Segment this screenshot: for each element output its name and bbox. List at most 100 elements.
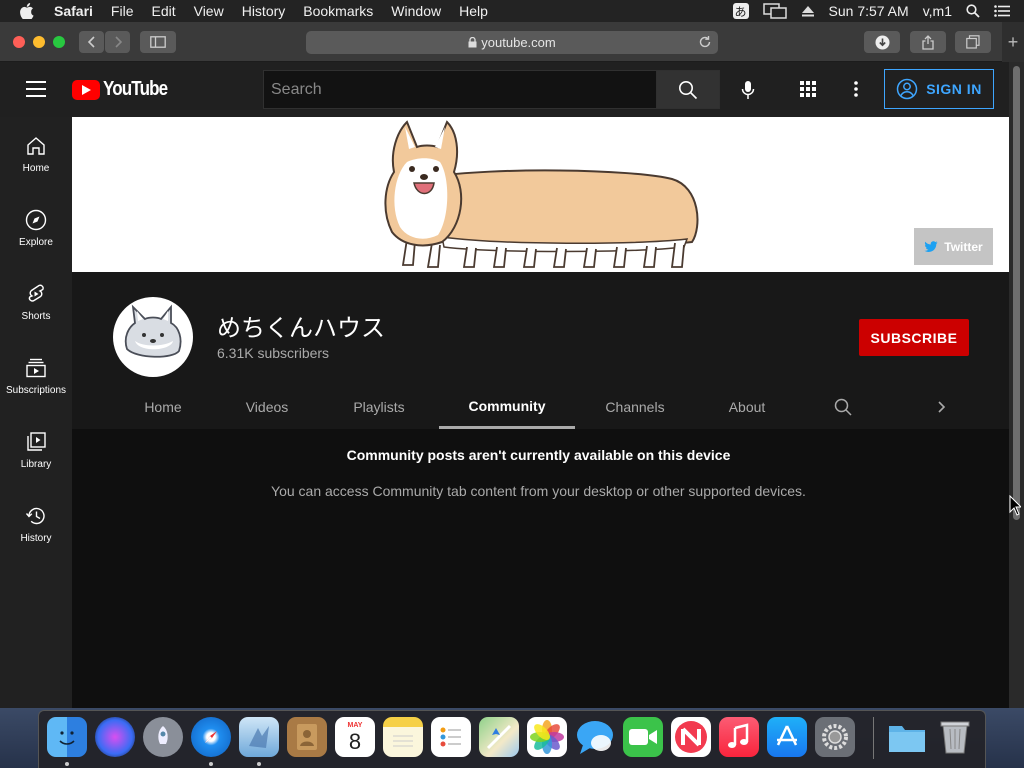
minimize-window-button[interactable] xyxy=(33,36,45,48)
subscribe-button[interactable]: SUBSCRIBE xyxy=(859,319,969,356)
guide-item-explore[interactable]: Explore xyxy=(0,191,72,265)
page-scrollbar[interactable] xyxy=(1009,62,1024,708)
app-store-icon[interactable] xyxy=(767,717,807,757)
new-tab-button[interactable]: + xyxy=(1002,22,1024,62)
guide-label: Shorts xyxy=(21,311,51,322)
downloads-button[interactable] xyxy=(864,31,900,53)
menu-view[interactable]: View xyxy=(194,3,224,19)
macos-dock: MAY 8 xyxy=(38,710,986,768)
guide-item-home[interactable]: Home xyxy=(0,117,72,191)
settings-more-button[interactable] xyxy=(846,79,866,99)
news-icon[interactable] xyxy=(671,717,711,757)
microphone-icon xyxy=(741,81,755,99)
mail-icon[interactable] xyxy=(239,717,279,757)
search-button[interactable] xyxy=(656,70,720,109)
music-icon[interactable] xyxy=(719,717,759,757)
guide-label: Home xyxy=(22,163,50,174)
search-icon xyxy=(679,80,698,99)
reload-icon[interactable] xyxy=(698,35,712,49)
menu-window[interactable]: Window xyxy=(391,3,441,19)
twitter-link-label: Twitter xyxy=(944,239,983,254)
messages-icon[interactable] xyxy=(575,717,615,757)
twitter-link[interactable]: Twitter xyxy=(914,228,993,265)
menu-history[interactable]: History xyxy=(242,3,286,19)
running-indicator xyxy=(257,762,261,766)
tab-home[interactable]: Home xyxy=(118,385,208,429)
menubar-clock[interactable]: Sun 7:57 AM xyxy=(829,3,909,19)
lock-icon xyxy=(468,37,477,48)
channel-name: めちくんハウス xyxy=(217,314,385,342)
unavailable-message-title: Community posts aren't currently availab… xyxy=(346,447,731,463)
tab-videos[interactable]: Videos xyxy=(222,385,312,429)
address-bar[interactable]: youtube.com xyxy=(306,31,718,54)
history-icon xyxy=(25,507,45,525)
tab-playlists[interactable]: Playlists xyxy=(334,385,424,429)
facetime-icon[interactable] xyxy=(623,717,663,757)
downloads-folder-icon[interactable] xyxy=(887,717,927,757)
menu-bookmarks[interactable]: Bookmarks xyxy=(303,3,373,19)
tab-overview-button[interactable] xyxy=(955,31,991,53)
sidebar-toggle-button[interactable] xyxy=(140,31,176,53)
finder-icon[interactable] xyxy=(47,717,87,757)
mouse-cursor-icon xyxy=(1009,495,1021,516)
subscriber-count: 6.31K subscribers xyxy=(217,345,330,361)
dock-separator xyxy=(873,717,874,759)
unavailable-message-body: You can access Community tab content fro… xyxy=(271,483,806,499)
apple-menu-icon[interactable] xyxy=(20,3,38,19)
search-input[interactable] xyxy=(263,70,657,109)
launchpad-icon[interactable] xyxy=(143,717,183,757)
youtube-logo[interactable]: YouTube xyxy=(72,78,179,101)
guide-item-history[interactable]: History xyxy=(0,487,72,561)
scrollbar-thumb[interactable] xyxy=(1013,66,1020,520)
photos-icon[interactable] xyxy=(527,717,567,757)
voice-search-button[interactable] xyxy=(736,78,760,102)
chevron-left-icon xyxy=(87,36,95,48)
reminders-icon[interactable] xyxy=(431,717,471,757)
menu-edit[interactable]: Edit xyxy=(151,3,175,19)
guide-item-subscriptions[interactable]: Subscriptions xyxy=(0,339,72,413)
plus-icon: + xyxy=(1007,31,1019,52)
siri-icon[interactable] xyxy=(95,717,135,757)
close-window-button[interactable] xyxy=(13,36,25,48)
trash-icon[interactable] xyxy=(935,717,975,757)
tab-community[interactable]: Community xyxy=(439,385,575,429)
zoom-window-button[interactable] xyxy=(53,36,65,48)
youtube-masthead: YouTube SIGN IN xyxy=(0,62,1009,117)
safari-icon[interactable] xyxy=(191,717,231,757)
calendar-icon[interactable]: MAY 8 xyxy=(335,717,375,757)
menubar-user[interactable]: v,m1 xyxy=(923,3,952,19)
spotlight-icon[interactable] xyxy=(966,4,980,18)
channel-search-button[interactable] xyxy=(832,396,854,418)
airplay-icon[interactable] xyxy=(762,3,787,19)
calendar-day: 8 xyxy=(348,728,362,754)
tab-channels[interactable]: Channels xyxy=(590,385,680,429)
menu-file[interactable]: File xyxy=(111,3,134,19)
share-button[interactable] xyxy=(910,31,946,53)
sign-in-label: SIGN IN xyxy=(926,81,982,97)
contacts-icon[interactable] xyxy=(287,717,327,757)
sign-in-button[interactable]: SIGN IN xyxy=(884,69,994,109)
notes-icon[interactable] xyxy=(383,717,423,757)
eject-icon[interactable] xyxy=(801,5,815,17)
maps-icon[interactable] xyxy=(479,717,519,757)
input-source-icon[interactable]: あ xyxy=(732,3,749,19)
guide-item-shorts[interactable]: Shorts xyxy=(0,265,72,339)
menu-safari[interactable]: Safari xyxy=(54,3,93,19)
back-button[interactable] xyxy=(79,31,104,53)
guide-label: Subscriptions xyxy=(5,385,67,396)
system-preferences-icon[interactable] xyxy=(815,717,855,757)
tabs-next-button[interactable] xyxy=(930,396,952,418)
forward-button[interactable] xyxy=(105,31,130,53)
guide-item-library[interactable]: Library xyxy=(0,413,72,487)
tab-about[interactable]: About xyxy=(702,385,792,429)
guide-label: Explore xyxy=(19,237,53,248)
url-text: youtube.com xyxy=(481,35,556,50)
corgi-banner-illustration xyxy=(384,120,699,268)
menu-help[interactable]: Help xyxy=(459,3,488,19)
youtube-apps-button[interactable] xyxy=(798,79,818,99)
home-icon xyxy=(27,137,45,155)
notification-center-icon[interactable] xyxy=(994,5,1010,17)
hamburger-menu-icon[interactable] xyxy=(26,81,46,97)
account-circle-icon xyxy=(896,78,918,100)
channel-avatar[interactable] xyxy=(113,297,193,377)
